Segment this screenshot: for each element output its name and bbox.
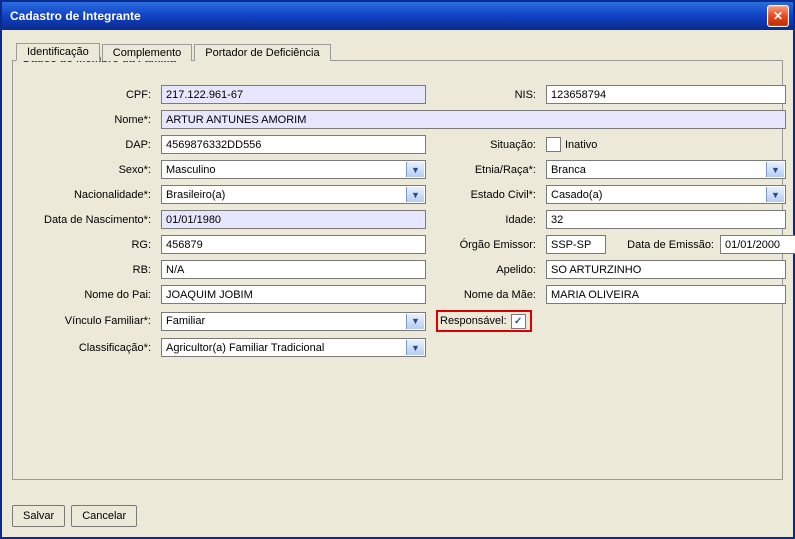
groupbox-membro-familia: Dados do Membro da Família CPF: 217.122.…: [12, 60, 783, 480]
label-dap: DAP:: [125, 139, 151, 151]
chevron-down-icon: ▼: [766, 162, 784, 177]
select-sexo[interactable]: Masculino ▼: [161, 160, 426, 179]
label-cpf: CPF:: [126, 89, 151, 101]
chevron-down-icon: ▼: [406, 187, 424, 202]
close-icon: ✕: [773, 9, 783, 23]
chevron-down-icon: ▼: [406, 162, 424, 177]
save-button[interactable]: Salvar: [12, 505, 65, 527]
chevron-down-icon: ▼: [406, 314, 424, 329]
checkbox-responsavel[interactable]: ✓: [511, 314, 526, 329]
window-frame: Cadastro de Integrante ✕ Identificação C…: [0, 0, 795, 539]
tab-portador-deficiencia[interactable]: Portador de Deficiência: [194, 44, 330, 61]
orgao-emissao-row: SSP-SP Data de Emissão: 01/01/2000: [546, 235, 786, 254]
window-title: Cadastro de Integrante: [10, 9, 767, 23]
chevron-down-icon: ▼: [766, 187, 784, 202]
select-estado-civil-value: Casado(a): [551, 189, 602, 201]
select-nacionalidade-value: Brasileiro(a): [166, 189, 225, 201]
titlebar: Cadastro de Integrante ✕: [2, 2, 793, 30]
select-vinculo-value: Familiar: [166, 315, 205, 327]
label-mae: Nome da Mãe:: [464, 289, 536, 301]
input-rg[interactable]: 456879: [161, 235, 426, 254]
label-vinculo: Vínculo Familiar*:: [65, 315, 151, 327]
input-mae[interactable]: MARIA OLIVEIRA: [546, 285, 786, 304]
tabstrip: Identificação Complemento Portador de De…: [16, 40, 783, 60]
input-nascimento[interactable]: 01/01/1980: [161, 210, 426, 229]
select-etnia[interactable]: Branca ▼: [546, 160, 786, 179]
responsavel-highlight: Responsável: ✓: [436, 310, 532, 332]
cancel-button[interactable]: Cancelar: [71, 505, 137, 527]
select-etnia-value: Branca: [551, 164, 586, 176]
input-apelido[interactable]: SO ARTURZINHO: [546, 260, 786, 279]
checkbox-inativo[interactable]: [546, 137, 561, 152]
select-classificacao[interactable]: Agricultor(a) Familiar Tradicional ▼: [161, 338, 426, 357]
label-idade: Idade:: [505, 214, 536, 226]
input-nis[interactable]: 123658794: [546, 85, 786, 104]
label-classificacao: Classificação*:: [79, 342, 151, 354]
label-responsavel: Responsável:: [440, 315, 507, 327]
input-pai[interactable]: JOAQUIM JOBIM: [161, 285, 426, 304]
label-apelido: Apelido:: [496, 264, 536, 276]
label-nacionalidade: Nacionalidade*:: [74, 189, 151, 201]
select-classificacao-value: Agricultor(a) Familiar Tradicional: [166, 342, 324, 354]
label-nascimento: Data de Nascimento*:: [44, 214, 151, 226]
input-nome[interactable]: ARTUR ANTUNES AMORIM: [161, 110, 786, 129]
label-sexo: Sexo*:: [119, 164, 151, 176]
label-orgao: Órgão Emissor:: [460, 239, 536, 251]
label-nis: NIS:: [515, 89, 536, 101]
buttons-row: Salvar Cancelar: [12, 505, 137, 527]
client-area: Identificação Complemento Portador de De…: [2, 30, 793, 537]
label-emissao: Data de Emissão:: [627, 239, 714, 251]
label-etnia: Etnia/Raça*:: [475, 164, 536, 176]
input-cpf[interactable]: 217.122.961-67: [161, 85, 426, 104]
label-nome: Nome*:: [114, 114, 151, 126]
input-dap[interactable]: 4569876332DD556: [161, 135, 426, 154]
select-estado-civil[interactable]: Casado(a) ▼: [546, 185, 786, 204]
close-button[interactable]: ✕: [767, 5, 789, 27]
input-orgao[interactable]: SSP-SP: [546, 235, 606, 254]
tab-complemento[interactable]: Complemento: [102, 44, 192, 61]
label-pai: Nome do Pai:: [84, 289, 151, 301]
form-grid: CPF: 217.122.961-67 NIS: 123658794 Nome*…: [23, 85, 772, 357]
label-rb: RB:: [133, 264, 151, 276]
input-rb[interactable]: N/A: [161, 260, 426, 279]
input-emissao[interactable]: 01/01/2000: [720, 235, 795, 254]
checkbox-inativo-wrap: Inativo: [546, 137, 786, 152]
label-situacao: Situação:: [490, 139, 536, 151]
tab-identificacao[interactable]: Identificação: [16, 43, 100, 61]
checkbox-inativo-label: Inativo: [565, 139, 597, 151]
label-estado-civil: Estado Civil*:: [471, 189, 536, 201]
select-vinculo[interactable]: Familiar ▼: [161, 312, 426, 331]
select-nacionalidade[interactable]: Brasileiro(a) ▼: [161, 185, 426, 204]
chevron-down-icon: ▼: [406, 340, 424, 355]
select-sexo-value: Masculino: [166, 164, 216, 176]
label-rg: RG:: [131, 239, 151, 251]
input-idade[interactable]: 32: [546, 210, 786, 229]
